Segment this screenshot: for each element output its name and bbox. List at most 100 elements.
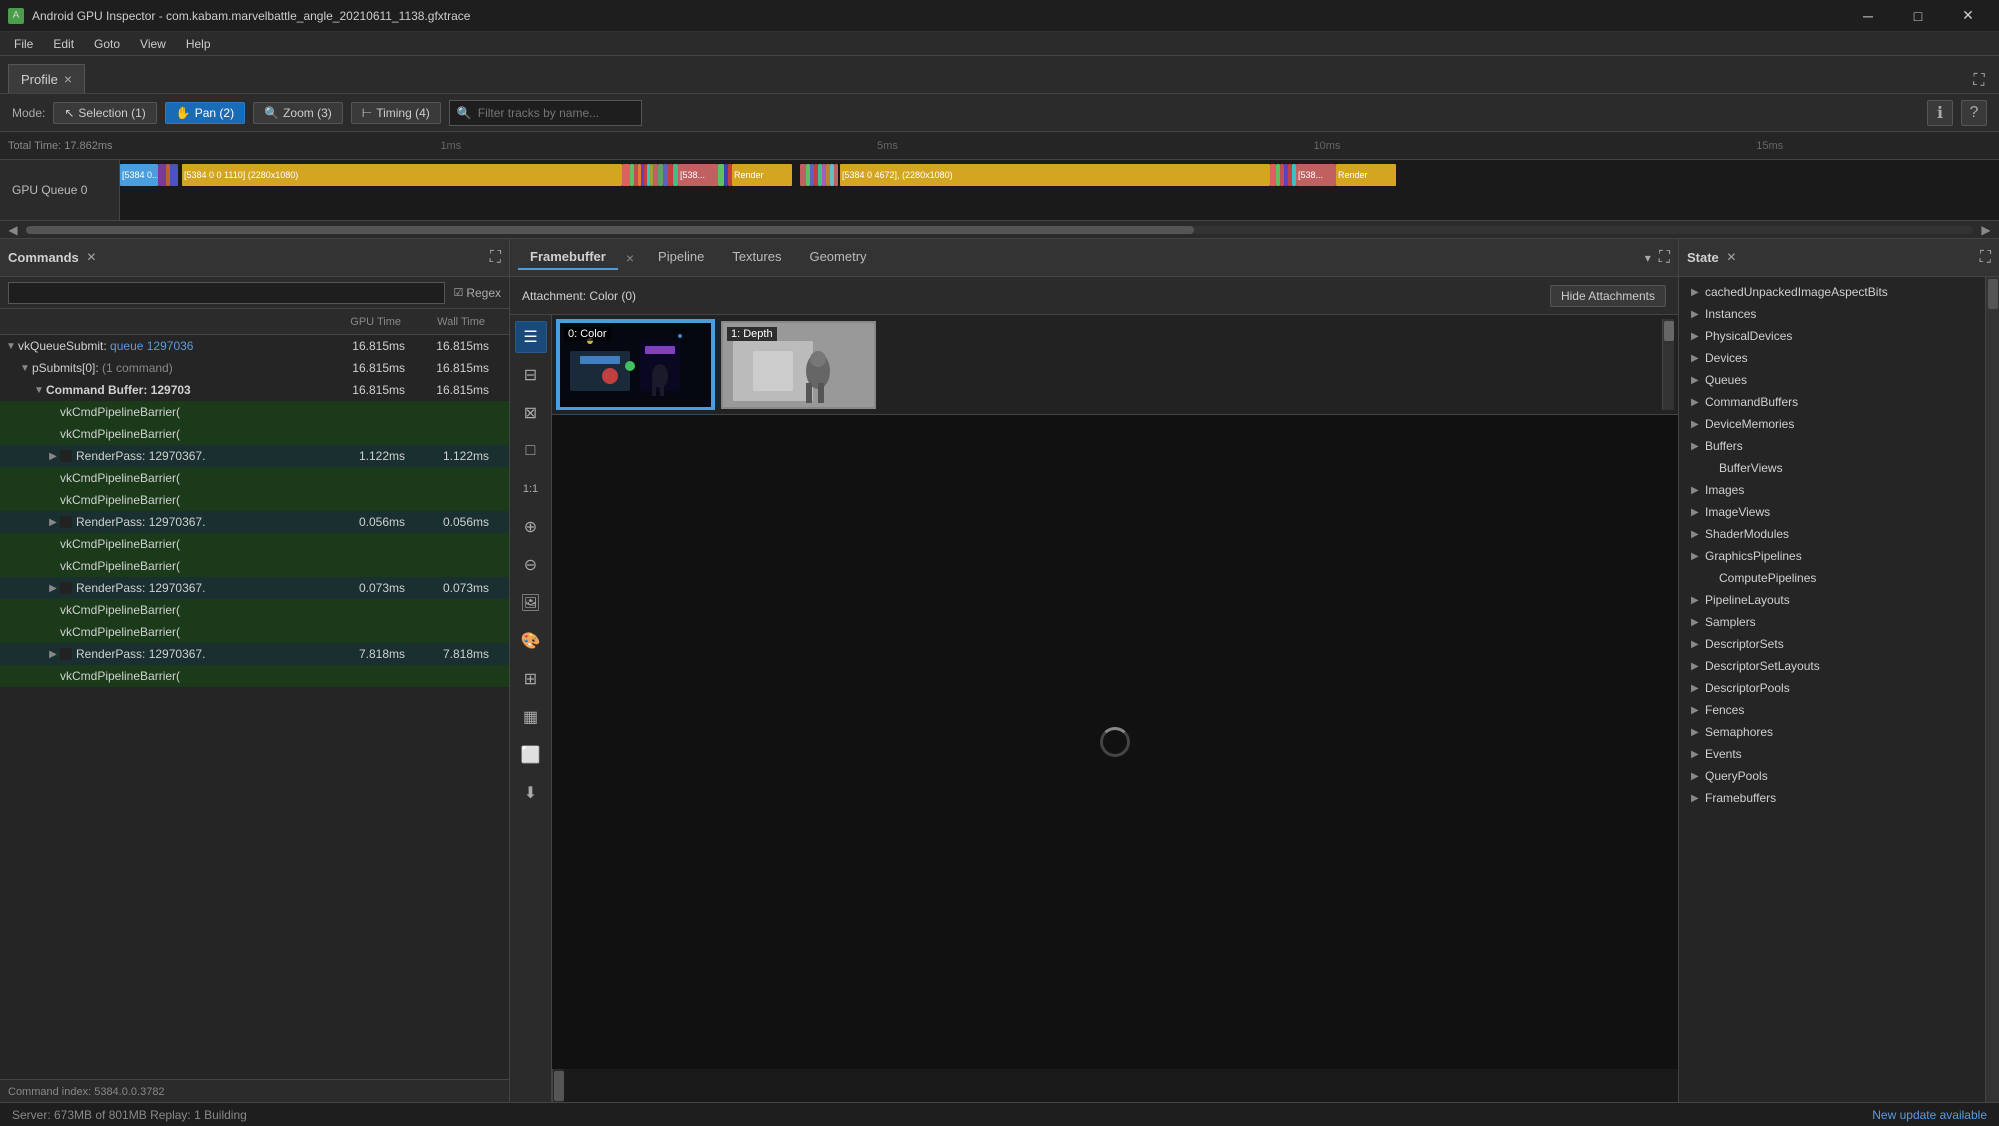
- gpu-block[interactable]: [170, 164, 178, 186]
- state-item-graphicsPipelines[interactable]: ▶ GraphicsPipelines: [1679, 545, 1985, 567]
- state-item-shaderModules[interactable]: ▶ ShaderModules: [1679, 523, 1985, 545]
- gpu-block[interactable]: [5384 0 0 1110] (2280x1080): [182, 164, 622, 186]
- profile-maximize-button[interactable]: ⛶: [1967, 69, 1991, 93]
- fb-scrollbar-thumb[interactable]: [554, 1071, 564, 1101]
- scroll-left-button[interactable]: ◀: [4, 221, 22, 239]
- help-button[interactable]: ?: [1961, 100, 1987, 126]
- fb-tool-square[interactable]: □: [515, 435, 547, 467]
- framebuffer-tab-close[interactable]: ×: [626, 250, 634, 266]
- menu-goto[interactable]: Goto: [84, 32, 130, 56]
- fb-tool-image[interactable]: 🖼: [515, 587, 547, 619]
- maximize-button[interactable]: □: [1895, 0, 1941, 32]
- framebuffer-more-button[interactable]: ▾: [1645, 251, 1651, 265]
- commands-list[interactable]: ▼ vkQueueSubmit: queue 1297036 16.815ms …: [0, 335, 509, 1079]
- framebuffer-scrollbar[interactable]: [552, 1069, 564, 1103]
- mode-zoom-button[interactable]: 🔍 Zoom (3): [253, 102, 343, 124]
- fb-tool-download[interactable]: ⬇: [515, 777, 547, 809]
- fb-thumb-depth[interactable]: 1: Depth: [719, 319, 878, 410]
- state-item-computePipelines[interactable]: ▶ ComputePipelines: [1679, 567, 1985, 589]
- fb-tool-x[interactable]: ⊠: [515, 397, 547, 429]
- table-row[interactable]: ▼ pSubmits[0]: (1 command) 16.815ms 16.8…: [0, 357, 509, 379]
- state-item-cachedUnpacked[interactable]: ▶ cachedUnpackedImageAspectBits: [1679, 281, 1985, 303]
- state-item-descriptorSets[interactable]: ▶ DescriptorSets: [1679, 633, 1985, 655]
- table-row[interactable]: ▶ vkCmdPipelineBarrier(: [0, 599, 509, 621]
- menu-view[interactable]: View: [130, 32, 176, 56]
- state-item-physicalDevices[interactable]: ▶ PhysicalDevices: [1679, 325, 1985, 347]
- fb-tool-1to1[interactable]: 1:1: [515, 473, 547, 505]
- framebuffer-expand-button[interactable]: ⛶: [1659, 249, 1670, 267]
- gpu-block[interactable]: [622, 164, 630, 186]
- framebuffer-view[interactable]: [552, 415, 1678, 1069]
- table-row[interactable]: ▶ vkCmdPipelineBarrier(: [0, 533, 509, 555]
- mode-selection-button[interactable]: ↖ Selection (1): [53, 102, 156, 124]
- expand-icon[interactable]: ▼: [4, 341, 18, 352]
- table-row[interactable]: ▶ vkCmdPipelineBarrier(: [0, 423, 509, 445]
- state-item-buffers[interactable]: ▶ Buffers: [1679, 435, 1985, 457]
- table-row[interactable]: ▶ vkCmdPipelineBarrier(: [0, 489, 509, 511]
- table-row[interactable]: ▶ vkCmdPipelineBarrier(: [0, 555, 509, 577]
- fb-thumb-color[interactable]: 0: Color: [556, 319, 715, 410]
- commands-expand-button[interactable]: ⛶: [490, 249, 501, 267]
- state-item-queues[interactable]: ▶ Queues: [1679, 369, 1985, 391]
- state-item-fences[interactable]: ▶ Fences: [1679, 699, 1985, 721]
- fb-tool-grid[interactable]: ⊞: [515, 663, 547, 695]
- fb-tool-color[interactable]: 🎨: [515, 625, 547, 657]
- state-item-descriptorPools[interactable]: ▶ DescriptorPools: [1679, 677, 1985, 699]
- state-item-deviceMemories[interactable]: ▶ DeviceMemories: [1679, 413, 1985, 435]
- gpu-block[interactable]: [5384 0 4672], (2280x1080): [840, 164, 1270, 186]
- state-item-events[interactable]: ▶ Events: [1679, 743, 1985, 765]
- table-row[interactable]: ▶ vkCmdPipelineBarrier(: [0, 401, 509, 423]
- gpu-block[interactable]: Render: [732, 164, 792, 186]
- table-row[interactable]: ▶ vkCmdPipelineBarrier(: [0, 665, 509, 687]
- state-item-semaphores[interactable]: ▶ Semaphores: [1679, 721, 1985, 743]
- hide-attachments-button[interactable]: Hide Attachments: [1550, 285, 1666, 307]
- table-row[interactable]: ▶ RenderPass: 12970367. 0.056ms 0.056ms: [0, 511, 509, 533]
- menu-edit[interactable]: Edit: [43, 32, 84, 56]
- gpu-block[interactable]: [538...: [678, 164, 718, 186]
- table-row[interactable]: ▶ vkCmdPipelineBarrier(: [0, 467, 509, 489]
- expand-icon[interactable]: ▶: [46, 583, 60, 594]
- gpu-block[interactable]: [834, 164, 838, 186]
- info-button[interactable]: ℹ: [1927, 100, 1953, 126]
- fb-tool-checkerboard[interactable]: ▦: [515, 701, 547, 733]
- regex-toggle[interactable]: ☑ Regex: [453, 286, 501, 300]
- profile-tab[interactable]: Profile ×: [8, 64, 85, 93]
- state-expand-button[interactable]: ⛶: [1980, 249, 1991, 267]
- state-item-images[interactable]: ▶ Images: [1679, 479, 1985, 501]
- filter-input[interactable]: [449, 100, 642, 126]
- state-item-bufferViews[interactable]: ▶ BufferViews: [1679, 457, 1985, 479]
- state-scrollbar-thumb[interactable]: [1988, 279, 1998, 309]
- state-item-descriptorSetLayouts[interactable]: ▶ DescriptorSetLayouts: [1679, 655, 1985, 677]
- table-row[interactable]: ▶ vkCmdPipelineBarrier(: [0, 621, 509, 643]
- mode-timing-button[interactable]: ⊢ Timing (4): [351, 102, 441, 124]
- tab-pipeline[interactable]: Pipeline: [646, 245, 716, 270]
- state-list[interactable]: ▶ cachedUnpackedImageAspectBits ▶ Instan…: [1679, 277, 1985, 1103]
- table-row[interactable]: ▼ vkQueueSubmit: queue 1297036 16.815ms …: [0, 335, 509, 357]
- close-button[interactable]: ✕: [1945, 0, 1991, 32]
- minimize-button[interactable]: ─: [1845, 0, 1891, 32]
- tab-textures[interactable]: Textures: [720, 245, 793, 270]
- fb-tool-select[interactable]: ☰: [515, 321, 547, 353]
- expand-icon[interactable]: ▼: [18, 363, 32, 374]
- table-row[interactable]: ▶ RenderPass: 12970367. 7.818ms 7.818ms: [0, 643, 509, 665]
- gpu-block[interactable]: [158, 164, 166, 186]
- fb-tool-minus[interactable]: ⊟: [515, 359, 547, 391]
- fb-tool-zoom-in[interactable]: ⊕: [515, 511, 547, 543]
- scroll-thumb[interactable]: [26, 226, 1194, 234]
- gpu-block[interactable]: Render: [1336, 164, 1396, 186]
- table-row[interactable]: ▼ Command Buffer: 129703 16.815ms 16.815…: [0, 379, 509, 401]
- state-item-framebuffers[interactable]: ▶ Framebuffers: [1679, 787, 1985, 809]
- commands-close-button[interactable]: ×: [87, 249, 96, 267]
- gpu-queue-content[interactable]: [5384 0...[5384 0 0 1110] (2280x1080)[53…: [120, 160, 1999, 220]
- scroll-right-button[interactable]: ▶: [1977, 221, 1995, 239]
- menu-help[interactable]: Help: [176, 32, 221, 56]
- expand-icon[interactable]: ▶: [46, 517, 60, 528]
- state-item-commandBuffers[interactable]: ▶ CommandBuffers: [1679, 391, 1985, 413]
- expand-icon[interactable]: ▶: [46, 451, 60, 462]
- fb-tool-frame[interactable]: ⬜: [515, 739, 547, 771]
- gpu-block[interactable]: [538...: [1296, 164, 1336, 186]
- expand-icon[interactable]: ▶: [46, 649, 60, 660]
- state-item-imageViews[interactable]: ▶ ImageViews: [1679, 501, 1985, 523]
- state-item-devices[interactable]: ▶ Devices: [1679, 347, 1985, 369]
- state-item-pipelineLayouts[interactable]: ▶ PipelineLayouts: [1679, 589, 1985, 611]
